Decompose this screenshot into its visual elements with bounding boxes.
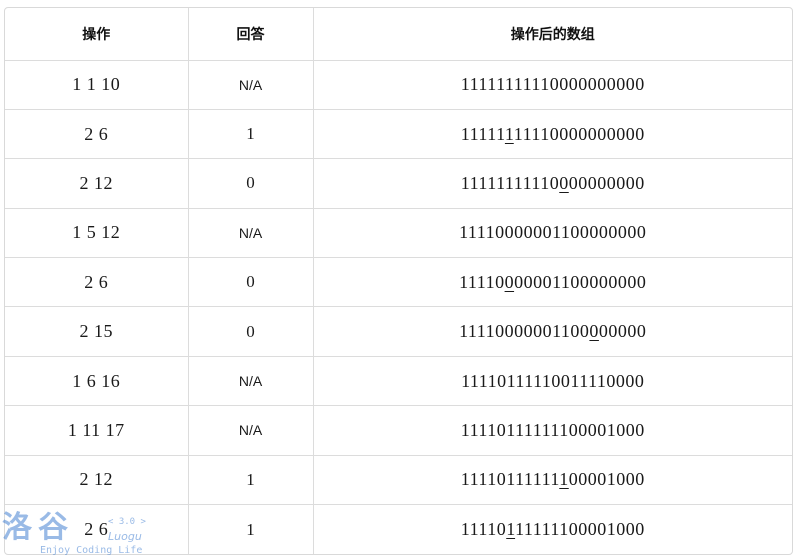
array-segment: 11111111110 [460, 172, 560, 193]
array-segment: 11111 [460, 123, 505, 144]
answer-cell: 1 [188, 504, 314, 554]
table-row: 2 15 0 11110000001100000000 [5, 306, 792, 357]
array-result-cell: 11110111111100001000 [313, 405, 792, 456]
array-segment: 11111100001000 [515, 519, 645, 539]
table-row: 2 6 0 11110000001100000000 [5, 257, 792, 308]
operation-cell: 2 6 [5, 109, 189, 160]
array-result-cell: 11110111110011110000 [313, 356, 792, 407]
array-result-cell: 11110000001100000000 [313, 257, 792, 308]
table-row: 2 12 1 11110111111100001000 [5, 455, 792, 506]
array-segment: 11110000000000 [513, 123, 645, 144]
operation-cell: 2 12 [5, 158, 189, 209]
array-result-cell: 11110000001100000000 [313, 208, 792, 259]
operations-table: 操作 回答 操作后的数组 1 1 10 N/A 111111111100000000… [5, 8, 792, 554]
table-row: 1 5 12 N/A 11110000001100000000 [5, 208, 792, 259]
array-segment: 00001100000000 [514, 271, 647, 292]
array-segment: 11111111110000000000 [460, 74, 645, 95]
operations-table-container: 操作 回答 操作后的数组 1 1 10 N/A 111111111100000000… [4, 7, 793, 555]
table-row: 2 12 0 11111111110000000000 [5, 158, 792, 209]
answer-cell: 1 [188, 109, 314, 160]
array-result-cell: 11110000001100000000 [313, 306, 792, 357]
table-row: 2 6 1 11111111110000000000 [5, 109, 792, 160]
table-row: 1 11 17 N/A 11110111111100001000 [5, 405, 792, 456]
array-segment: 11110111111 [460, 469, 560, 490]
operation-cell: 1 1 10 [5, 60, 189, 110]
queried-bit: 1 [506, 519, 516, 539]
array-segment: 11110111110011110000 [461, 370, 645, 391]
array-segment: 00001000 [568, 469, 645, 490]
operation-cell: 1 11 17 [5, 405, 189, 456]
array-segment: 00000000 [568, 172, 645, 193]
array-result-cell: 11111111110000000000 [313, 109, 792, 160]
queried-bit: 0 [504, 271, 515, 292]
operation-cell: 2 12 [5, 455, 189, 506]
answer-cell: N/A [188, 356, 314, 407]
array-segment: 11110111111100001000 [460, 419, 645, 440]
answer-cell: 0 [188, 306, 314, 357]
table-row: 2 6 1 11110111111100001000 [5, 504, 792, 554]
header-answer: 回答 [188, 8, 314, 61]
header-array-after: 操作后的数组 [313, 8, 792, 61]
table-header-row: 操作 回答 操作后的数组 [5, 8, 792, 61]
array-segment: 11110 [459, 271, 505, 292]
operation-cell: 2 6 [5, 257, 189, 308]
array-result-cell: 11110111111100001000 [313, 455, 792, 506]
answer-cell: N/A [188, 405, 314, 456]
queried-bit: 0 [589, 321, 599, 342]
operation-cell: 1 5 12 [5, 208, 189, 259]
array-segment: 11110 [460, 519, 507, 539]
table-row: 1 1 10 N/A 11111111110000000000 [5, 60, 792, 110]
answer-cell: N/A [188, 60, 314, 110]
queried-bit: 1 [504, 123, 514, 144]
queried-bit: 0 [559, 172, 569, 193]
operation-cell: 2 15 [5, 306, 189, 357]
array-result-cell: 11110111111100001000 [313, 505, 792, 554]
array-result-cell: 11111111110000000000 [313, 158, 792, 209]
table-row: 1 6 16 N/A 11110111110011110000 [5, 356, 792, 407]
answer-cell: 1 [188, 455, 314, 506]
answer-cell: 0 [188, 158, 314, 209]
answer-cell: N/A [188, 208, 314, 259]
array-segment: 11110000001100 [459, 321, 590, 342]
operation-cell: 1 6 16 [5, 356, 189, 407]
array-result-cell: 11111111110000000000 [313, 60, 792, 110]
answer-cell: 0 [188, 257, 314, 308]
header-operation: 操作 [5, 8, 189, 61]
array-segment: 11110000001100000000 [459, 222, 647, 243]
array-segment: 00000 [598, 321, 647, 342]
operation-cell: 2 6 [5, 504, 189, 554]
queried-bit: 1 [559, 469, 569, 490]
